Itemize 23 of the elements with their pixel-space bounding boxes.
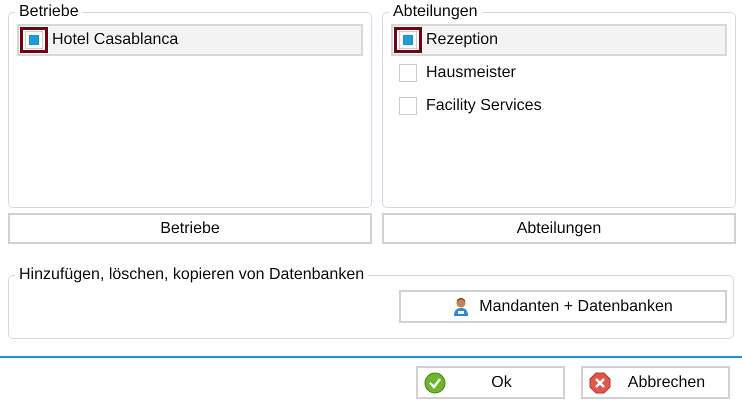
close-icon xyxy=(589,372,611,394)
databases-button[interactable]: Mandanten + Datenbanken xyxy=(399,290,727,323)
group-title: Betriebe xyxy=(18,2,80,22)
checkbox[interactable] xyxy=(399,96,417,114)
group-button[interactable]: Betriebe xyxy=(8,213,372,244)
item-label: Facility Services xyxy=(426,96,542,114)
list-item[interactable]: Hotel Casablanca xyxy=(17,24,363,56)
check-icon xyxy=(424,372,446,394)
group-title: Hinzufügen, löschen, kopieren von Datenbanken xyxy=(18,265,366,285)
item-label: Hotel Casablanca xyxy=(52,31,178,49)
list-item[interactable]: Hausmeister xyxy=(391,56,727,89)
group-title: Abteilungen xyxy=(392,2,479,22)
cancel-button[interactable]: Abbrechen xyxy=(581,366,730,399)
item-label: Rezeption xyxy=(426,31,498,49)
ok-button[interactable]: Ok xyxy=(416,366,565,399)
list-item[interactable]: Rezeption xyxy=(391,24,727,56)
user-icon xyxy=(453,296,470,316)
group-button[interactable]: Abteilungen xyxy=(382,213,736,244)
item-label: Hausmeister xyxy=(426,64,516,82)
list-item[interactable]: Facility Services xyxy=(391,89,727,122)
checkbox[interactable] xyxy=(399,64,417,82)
checkbox[interactable] xyxy=(25,31,43,49)
checkbox[interactable] xyxy=(399,31,417,49)
